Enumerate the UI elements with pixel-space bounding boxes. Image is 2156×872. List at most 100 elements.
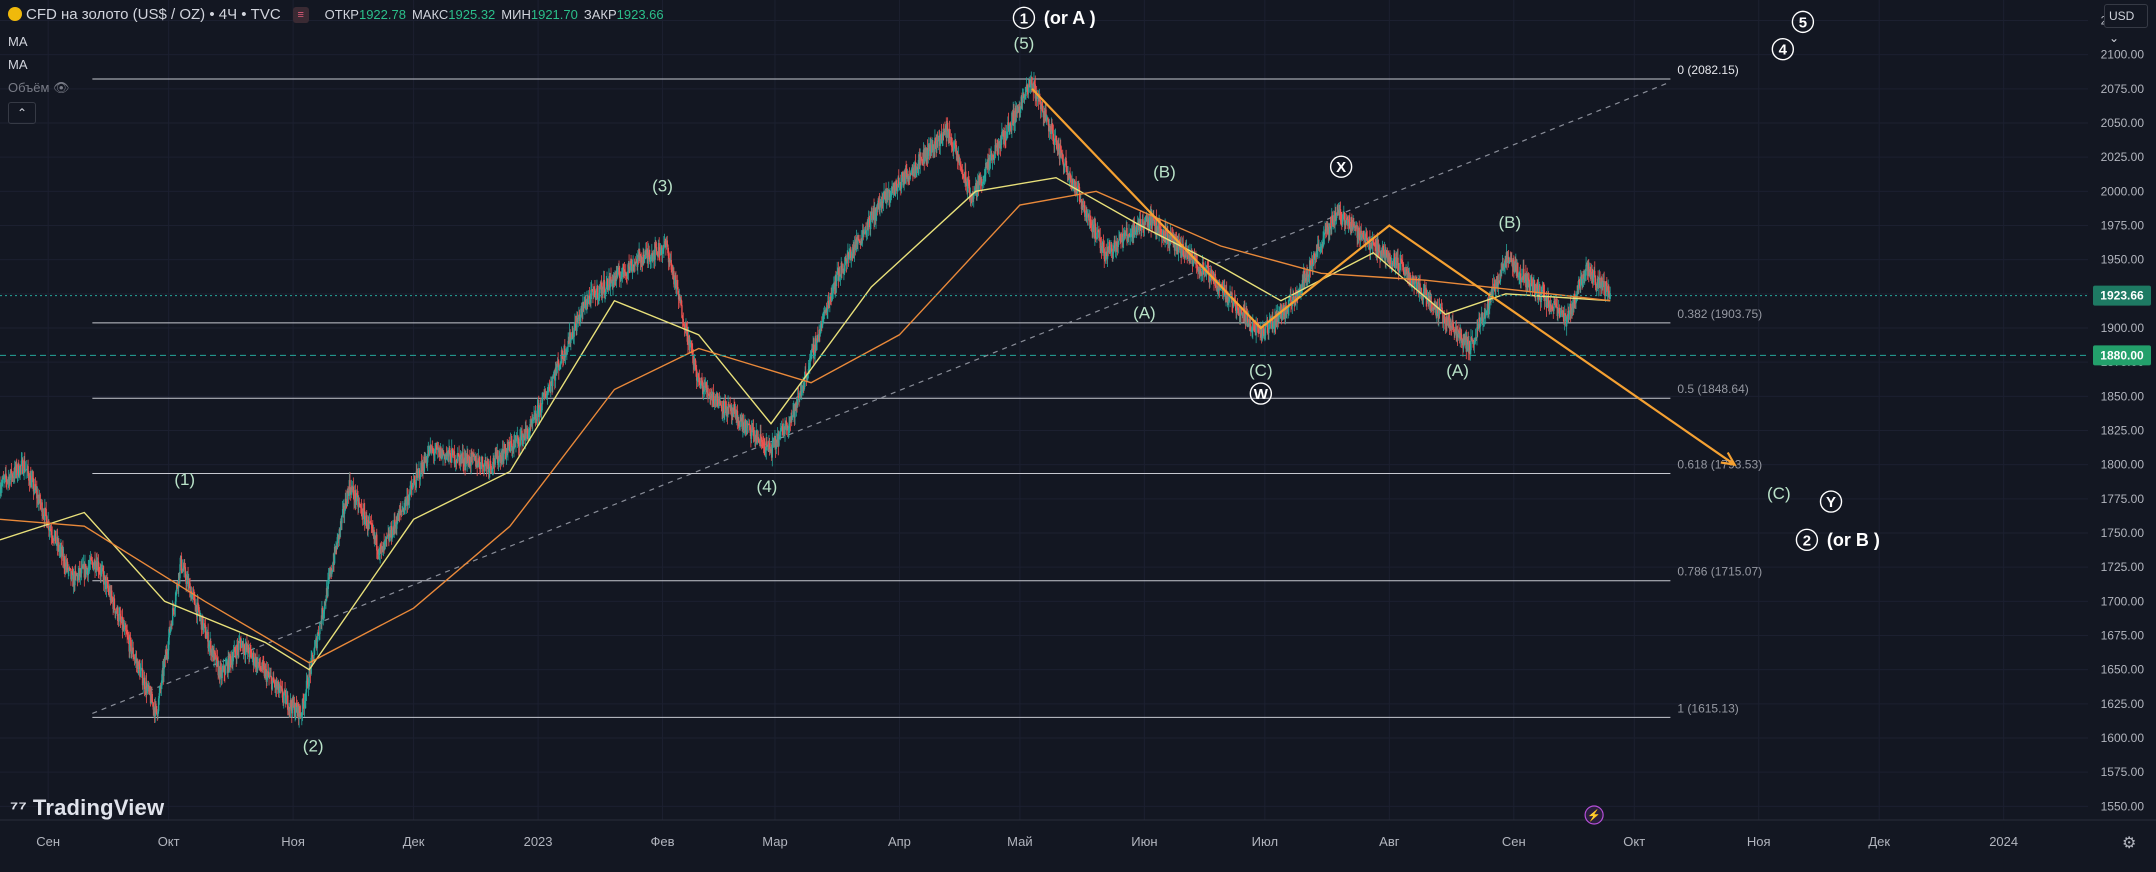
price-tick: 2075.00 [2101,82,2145,96]
candles [0,71,1611,728]
candle-body [503,452,505,461]
time-tick: Ноя [1747,834,1771,849]
price-tick: 1750.00 [2101,526,2145,540]
candle-body [232,651,235,659]
wave-label: (C) [1249,361,1273,380]
time-tick: Окт [158,834,180,849]
candle-body [570,339,572,344]
candle-body [194,595,196,605]
fib-level-label: 0 (2082.15) [1677,63,1738,77]
wave-label: (C) [1767,484,1791,503]
last-price-badge-text: 1923.66 [2100,289,2144,303]
candle-body [946,122,949,131]
time-tick: Окт [1623,834,1645,849]
candle-body [311,655,314,658]
low-value: 1921.70 [530,7,578,22]
chart-stage[interactable]: 0 (2082.15) 0.382 (1903.75) 0.5 (1848.64) 0… [0,0,2156,867]
currency-label: USD [2109,9,2135,23]
time-tick: Мар [762,834,787,849]
candle-body [722,400,725,414]
price-tick: 1675.00 [2101,629,2145,643]
eye-hidden-icon[interactable]: 👁 [53,80,70,95]
time-tick: Ноя [281,834,305,849]
currency-select[interactable]: USD ⌄ [2104,4,2148,45]
candle-body [401,510,403,512]
time-tick: Сен [36,834,60,849]
time-tick: Апр [888,834,911,849]
indicator-flag-icon[interactable]: ≡ [292,7,309,23]
circled-wave-label: 1 [1020,10,1028,27]
candle-body [1397,257,1399,264]
price-tick: 1575.00 [2101,765,2145,779]
candle-body [890,194,893,197]
candle-body [887,191,889,200]
low-key: МИН [501,7,531,22]
wave-label: (B) [1153,163,1176,182]
price-tick: 1850.00 [2101,389,2145,403]
symbol-title[interactable]: CFD на золото (US$ / OZ) • 4Ч • TVC [26,6,281,23]
candle-body [224,665,227,675]
price-tick: 2025.00 [2101,150,2145,164]
candle-body [54,530,57,544]
time-tick: Май [1007,834,1032,849]
candle-body [142,683,144,686]
ma-indicator-fast[interactable]: MA [8,34,28,49]
candle-body [707,387,709,394]
time-tick: Авг [1379,834,1400,849]
candle-body [186,577,188,584]
candle-body [1139,219,1142,229]
open-value: 1922.78 [358,7,406,22]
time-tick: 2023 [524,834,553,849]
circled-wave-label: Y [1826,494,1836,511]
candle-body [92,565,95,570]
price-chart[interactable]: 0 (2082.15) 0.382 (1903.75) 0.5 (1848.64) 0… [0,0,2156,867]
price-tick: 1600.00 [2101,731,2145,745]
candle-body [1009,123,1012,126]
wave-alt-label: (or B ) [1827,530,1880,550]
level-price-badge-text: 1880.00 [2100,348,2144,362]
price-tick: 1700.00 [2101,594,2145,608]
candle-body [542,394,544,399]
time-tick: Фев [651,834,675,849]
wave-label: (3) [652,176,673,195]
volume-indicator[interactable]: Объём 👁 [8,80,70,96]
gold-coin-icon [8,7,22,21]
circled-wave-label: 5 [1799,14,1807,31]
price-tick: 1900.00 [2101,321,2145,335]
candle-body [376,534,378,551]
candle-body [532,419,535,421]
wave-label: (5) [1014,34,1035,53]
price-tick: 1950.00 [2101,253,2145,267]
time-axis: Сен Окт Ноя Дек 2023 Фев Мар Апр Май Июн Июл Авг Сен… [0,805,2156,867]
candle-body [458,453,460,457]
ma-slow-line [0,190,1611,664]
candle-body [319,623,321,635]
time-tick: Дек [403,834,425,849]
candle-body [1546,301,1548,309]
fib-level-label: 1 (1615.13) [1677,701,1738,715]
price-tick: 2000.00 [2101,184,2145,198]
wave-label: (1) [174,470,195,489]
candle-body [1094,223,1097,238]
collapse-legend-button[interactable]: ⌃ [8,102,36,124]
lightning-glyph: ⚡ [1587,809,1601,822]
candle-body [1369,247,1372,251]
circled-wave-label: W [1254,386,1269,403]
settings-gear-icon[interactable]: ⚙ [2122,835,2136,852]
candle-body [1492,289,1494,296]
price-tick: 1550.00 [2101,799,2145,813]
candle-body [686,326,688,342]
time-tick: Июн [1131,834,1157,849]
fib-level-label: 0.786 (1715.07) [1677,565,1762,579]
candle-body [1603,280,1605,295]
time-tick: Июл [1252,834,1278,849]
ma-indicator-slow[interactable]: MA [8,57,28,72]
time-tick: 2024 [1989,834,2018,849]
price-tick: 1725.00 [2101,560,2145,574]
price-tick: 1825.00 [2101,424,2145,438]
high-key: МАКС [411,7,449,22]
candle-body [552,375,555,379]
candle-body [595,292,597,300]
candle-body [113,598,116,609]
fib-level-label: 0.5 (1848.64) [1677,382,1748,396]
